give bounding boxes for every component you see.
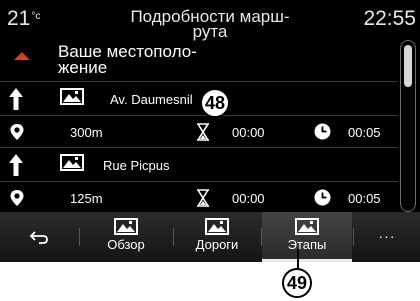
pin-icon xyxy=(10,124,24,140)
pin-icon xyxy=(10,190,24,206)
straight-arrow-icon xyxy=(9,88,23,110)
tab-steps[interactable]: Этапы xyxy=(262,212,352,262)
origin-row[interactable]: Ваше местополо- жение xyxy=(0,40,398,82)
travel-time: 00:00 xyxy=(232,191,265,206)
scrollbar-thumb[interactable] xyxy=(404,45,412,87)
tab-label: Дороги xyxy=(195,237,239,252)
image-icon xyxy=(60,154,84,171)
back-arrow-icon xyxy=(29,231,48,244)
list-item[interactable]: Rue Picpus xyxy=(0,148,398,182)
list-item[interactable]: Av. Daumesnil xyxy=(0,82,398,116)
arrival-time: 00:05 xyxy=(348,125,381,140)
image-icon xyxy=(205,218,229,235)
distance: 300m xyxy=(70,125,103,140)
more-button[interactable]: ··· xyxy=(354,212,420,262)
callout-label: 48 xyxy=(200,88,230,118)
chevron-up-icon[interactable] xyxy=(14,52,30,60)
step-stats: 125m 00:00 00:05 xyxy=(0,182,398,212)
more-label: ··· xyxy=(378,228,396,244)
distance: 125m xyxy=(70,191,103,206)
route-steps-list: Ваше местополо- жение Av. Daumesnil 300m… xyxy=(0,40,398,212)
clock: 22:55 xyxy=(363,7,416,30)
clock-icon xyxy=(314,123,331,140)
tab-bar: Обзор Дороги Этапы ··· xyxy=(0,212,420,262)
tab-label: Обзор xyxy=(107,237,145,252)
step-stats: 300m 00:00 00:05 xyxy=(0,116,398,148)
scrollbar[interactable] xyxy=(400,40,416,212)
travel-time: 00:00 xyxy=(232,125,265,140)
callout-label: 49 xyxy=(282,268,312,298)
street-name: Rue Picpus xyxy=(103,158,170,173)
hourglass-icon xyxy=(197,123,209,141)
arrival-time: 00:05 xyxy=(348,191,381,206)
street-name: Av. Daumesnil xyxy=(110,92,193,107)
navigation-screen: 21°c Подробности марш- рута 22:55 Ваше м… xyxy=(0,0,420,262)
image-icon xyxy=(114,218,138,235)
image-icon xyxy=(295,218,319,235)
tab-overview[interactable]: Обзор xyxy=(80,212,172,262)
straight-arrow-icon xyxy=(9,154,23,176)
status-bar: 21°c Подробности марш- рута 22:55 xyxy=(0,0,420,40)
tab-label: Этапы xyxy=(287,237,327,252)
back-button[interactable] xyxy=(0,212,78,262)
callout-leader xyxy=(297,250,299,268)
hourglass-icon xyxy=(197,189,209,207)
screen-title: Подробности марш- рута xyxy=(130,7,290,41)
tab-roads[interactable]: Дороги xyxy=(174,212,260,262)
image-icon xyxy=(60,88,84,105)
origin-label: Ваше местополо- жение xyxy=(58,42,197,77)
clock-icon xyxy=(314,189,331,206)
